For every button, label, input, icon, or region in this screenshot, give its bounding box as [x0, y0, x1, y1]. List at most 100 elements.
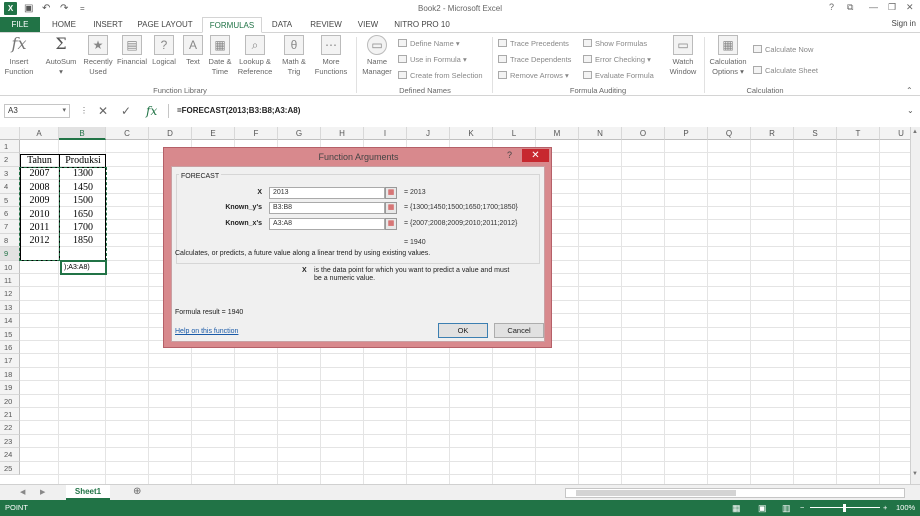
cancel-button[interactable]: Cancel	[494, 323, 544, 338]
formula-input[interactable]: =FORECAST(2013;B3:B8;A3:A8)	[168, 104, 903, 118]
row-header-22[interactable]: 22	[0, 421, 20, 435]
tab-file[interactable]: FILE	[0, 17, 40, 33]
show-formulas-button[interactable]: Show Formulas	[583, 39, 647, 48]
recently-used-button[interactable]: ★ Recently Used	[82, 35, 114, 77]
collapse-dialog-icon[interactable]: ▦	[385, 187, 397, 199]
sheet-tab-sheet1[interactable]: Sheet1	[66, 485, 110, 500]
trace-precedents-button[interactable]: Trace Precedents	[498, 39, 569, 48]
column-header-p[interactable]: P	[665, 127, 708, 140]
arg-known-y-input[interactable]: B3:B8	[269, 202, 385, 214]
row-header-12[interactable]: 12	[0, 287, 20, 301]
row-header-14[interactable]: 14	[0, 314, 20, 328]
column-header-m[interactable]: M	[536, 127, 579, 140]
more-functions-button[interactable]: ⋯ More Functions	[311, 35, 351, 77]
insert-function-fx-icon[interactable]: fx	[146, 103, 157, 119]
horizontal-scroll-thumb[interactable]	[576, 490, 736, 496]
select-all-corner[interactable]	[0, 127, 20, 140]
lookup-reference-button[interactable]: ⌕ Lookup & Reference	[235, 35, 275, 77]
new-sheet-icon[interactable]: ⊕	[133, 486, 141, 497]
zoom-level[interactable]: 100%	[896, 500, 915, 516]
row-header-20[interactable]: 20	[0, 394, 20, 408]
name-manager-button[interactable]: ▭ Name Manager	[359, 35, 395, 77]
row-header-2[interactable]: 2	[0, 153, 20, 167]
date-time-button[interactable]: ▦ Date & Time	[206, 35, 234, 77]
column-header-f[interactable]: F	[235, 127, 278, 140]
tab-home[interactable]: HOME	[44, 17, 84, 33]
column-header-t[interactable]: T	[837, 127, 880, 140]
row-header-7[interactable]: 7	[0, 220, 20, 234]
row-header-17[interactable]: 17	[0, 354, 20, 368]
use-in-formula-button[interactable]: Use in Formula ▾	[398, 55, 467, 64]
header-tahun[interactable]: Tahun	[20, 154, 59, 168]
sign-in-link[interactable]: Sign in	[892, 19, 916, 28]
row-header-4[interactable]: 4	[0, 180, 20, 194]
logical-button[interactable]: ? Logical	[149, 35, 179, 67]
scroll-down-icon[interactable]: ▼	[912, 471, 918, 477]
header-produksi[interactable]: Produksi	[60, 154, 106, 168]
insert-function-button[interactable]: fx Insert Function	[3, 35, 35, 77]
evaluate-formula-button[interactable]: Evaluate Formula	[583, 71, 654, 80]
row-header-10[interactable]: 10	[0, 260, 20, 274]
row-header-11[interactable]: 11	[0, 274, 20, 288]
expand-formula-bar-icon[interactable]: ⌄	[907, 106, 914, 115]
collapse-dialog-icon[interactable]: ▦	[385, 202, 397, 214]
arg-x-input[interactable]: 2013	[269, 187, 385, 199]
page-break-view-icon[interactable]: ▥	[782, 500, 791, 516]
row-header-15[interactable]: 15	[0, 327, 20, 341]
row-header-5[interactable]: 5	[0, 193, 20, 207]
sheet-next-icon[interactable]: ▶	[40, 488, 45, 496]
column-header-a[interactable]: A	[20, 127, 59, 140]
financial-button[interactable]: ▤ Financial	[115, 35, 149, 67]
row-header-21[interactable]: 21	[0, 408, 20, 422]
column-header-h[interactable]: H	[321, 127, 364, 140]
tab-data[interactable]: DATA	[266, 17, 298, 33]
maximize-icon[interactable]: ❐	[888, 2, 896, 13]
column-header-r[interactable]: R	[751, 127, 794, 140]
zoom-out-icon[interactable]: −	[800, 500, 804, 516]
collapse-dialog-icon[interactable]: ▦	[385, 218, 397, 230]
row-header-23[interactable]: 23	[0, 434, 20, 449]
error-checking-button[interactable]: Error Checking ▾	[583, 55, 651, 64]
calculate-sheet-button[interactable]: Calculate Sheet	[753, 66, 818, 75]
scroll-up-icon[interactable]: ▲	[912, 129, 918, 135]
trace-dependents-button[interactable]: Trace Dependents	[498, 55, 571, 64]
create-from-selection-button[interactable]: Create from Selection	[398, 71, 483, 80]
row-header-18[interactable]: 18	[0, 367, 20, 382]
autosum-button[interactable]: Σ AutoSum ▾	[43, 35, 79, 77]
row-header-1[interactable]: 1	[0, 140, 20, 154]
collapse-ribbon-icon[interactable]: ⌃	[906, 86, 913, 95]
page-layout-view-icon[interactable]: ▣	[758, 500, 767, 516]
calculate-now-button[interactable]: Calculate Now	[753, 45, 813, 54]
zoom-in-icon[interactable]: +	[883, 500, 887, 516]
column-header-s[interactable]: S	[794, 127, 837, 140]
cancel-formula-icon[interactable]: ✕	[98, 103, 108, 119]
zoom-slider-thumb[interactable]	[843, 504, 846, 512]
column-header-u[interactable]: U	[880, 127, 910, 140]
ribbon-display-icon[interactable]: ⧉	[847, 2, 853, 13]
row-header-6[interactable]: 6	[0, 207, 20, 221]
column-header-n[interactable]: N	[579, 127, 622, 140]
dialog-close-icon[interactable]: ✕	[522, 149, 549, 162]
close-icon[interactable]: ✕	[906, 2, 914, 13]
vertical-scrollbar[interactable]: ▲ ▼	[910, 127, 920, 484]
calculation-options-button[interactable]: ▦ Calculation Options ▾	[707, 35, 749, 77]
column-header-l[interactable]: L	[493, 127, 536, 140]
dialog-help-icon[interactable]: ?	[507, 150, 512, 160]
column-header-k[interactable]: K	[450, 127, 493, 140]
row-header-19[interactable]: 19	[0, 381, 20, 395]
ok-button[interactable]: OK	[438, 323, 488, 338]
row-header-13[interactable]: 13	[0, 300, 20, 315]
help-on-function-link[interactable]: Help on this function	[175, 328, 238, 335]
text-button[interactable]: A Text	[181, 35, 205, 67]
watch-window-button[interactable]: ▭ Watch Window	[666, 35, 700, 77]
math-trig-button[interactable]: θ Math & Trig	[278, 35, 310, 77]
define-name-button[interactable]: Define Name ▾	[398, 39, 460, 48]
row-header-24[interactable]: 24	[0, 448, 20, 462]
column-header-e[interactable]: E	[192, 127, 235, 140]
minimize-icon[interactable]: —	[869, 2, 878, 12]
normal-view-icon[interactable]: ▦	[732, 500, 741, 516]
tab-review[interactable]: REVIEW	[306, 17, 346, 33]
row-header-16[interactable]: 16	[0, 341, 20, 355]
column-header-g[interactable]: G	[278, 127, 321, 140]
column-header-b[interactable]: B	[59, 127, 106, 140]
